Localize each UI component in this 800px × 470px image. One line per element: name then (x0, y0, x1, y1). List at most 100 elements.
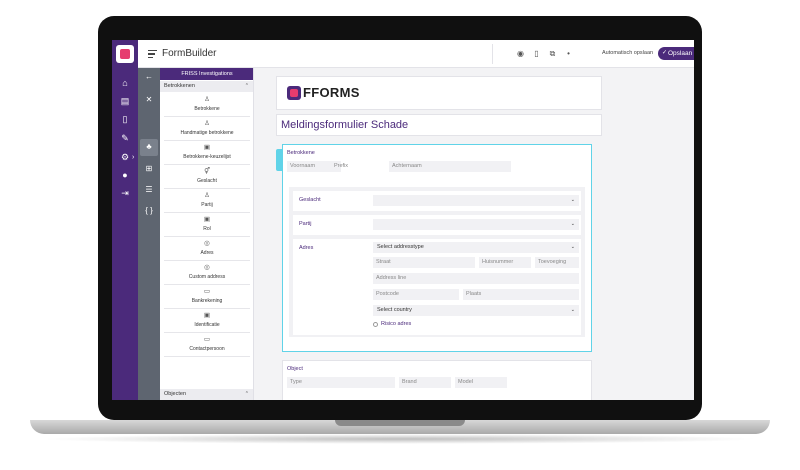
component-contactpersoon[interactable]: ▭ Contactpersoon (164, 335, 250, 357)
people-icon[interactable]: ♣ (144, 142, 154, 152)
logo-text: FFORMS (303, 85, 360, 100)
section-betrokkenen-label: Betrokkenen (164, 83, 195, 89)
component-betrokkene[interactable]: ♙ Betrokkene (164, 95, 250, 117)
laptop-notch (335, 420, 465, 426)
risico-adres-radio[interactable] (373, 322, 378, 327)
brand-field[interactable]: Brand (399, 377, 451, 388)
gear-icon[interactable]: ⚙ (120, 152, 130, 162)
mobile-icon[interactable]: ▯ (532, 49, 541, 58)
user-icon[interactable]: ● (120, 170, 130, 180)
export-icon[interactable]: ⧉ (548, 49, 557, 58)
type-field[interactable]: Type (287, 377, 395, 388)
partij-label: Partij (299, 221, 312, 227)
addresstype-select[interactable]: Select addresstype ⌄ (373, 242, 579, 253)
risico-adres-label: Risico adres (381, 321, 412, 327)
prefix-placeholder: Prefix (334, 163, 349, 169)
partij-select[interactable]: ⌄ (373, 219, 579, 230)
component-label: Custom address (188, 274, 226, 280)
country-select[interactable]: Select country ⌄ (373, 305, 579, 316)
component-label: Identificatie (194, 322, 220, 328)
location-pin-icon: ◎ (204, 240, 210, 247)
back-arrow-icon[interactable]: ← (144, 72, 154, 82)
logout-icon[interactable]: ⇥ (120, 188, 130, 198)
tools-icon[interactable]: ✕ (144, 95, 154, 105)
settings-dot-icon[interactable]: • (564, 49, 573, 58)
logo-block[interactable]: FFORMS (276, 76, 602, 110)
postcode-field[interactable]: Postcode (373, 289, 459, 300)
app-logo-icon[interactable] (116, 45, 134, 63)
chevron-down-icon: ⌄ (570, 244, 575, 250)
section-betrokkenen[interactable]: Betrokkenen ⌃ (160, 81, 253, 92)
object-component[interactable]: Object Type Brand Model ⊕ (282, 360, 592, 400)
chevron-down-icon: ⌄ (570, 221, 575, 227)
component-label: Bankrekening (191, 298, 223, 304)
country-value: Select country (377, 307, 412, 313)
component-rol[interactable]: ▣ Rol (164, 215, 250, 237)
laptop-shadow (40, 434, 760, 444)
geslacht-select[interactable]: ⌄ (373, 195, 579, 206)
person-edit-icon: ♙ (204, 120, 210, 127)
huisnummer-field[interactable]: Huisnummer (479, 257, 531, 268)
straat-field[interactable]: Straat (373, 257, 475, 268)
component-panel: FRISS Investigations Betrokkenen ⌃ ♙ Bet… (160, 68, 254, 400)
chevron-right-icon[interactable]: › (132, 154, 134, 161)
component-label: Handmatige betrokkene (180, 130, 234, 136)
address-line-field[interactable]: Address line (373, 273, 579, 284)
contact-card-icon: ▭ (203, 336, 211, 343)
location-pin-icon: ◎ (204, 264, 210, 271)
form-canvas: FFORMS Meldingsformulier Schade Betrokke… (254, 68, 694, 400)
component-betrokkene-keuzelijst[interactable]: ▣ Betrokkene-keuzelijst (164, 143, 250, 165)
component-bankrekening[interactable]: ▭ Bankrekening (164, 287, 250, 309)
header-divider (492, 44, 493, 64)
chevron-up-icon: ⌃ (244, 83, 249, 89)
model-field[interactable]: Model (455, 377, 507, 388)
component-label: Rol (203, 226, 211, 232)
achternaam-field[interactable]: Achternaam (389, 161, 511, 172)
plaats-field[interactable]: Plaats (463, 289, 579, 300)
component-label: Geslacht (197, 178, 217, 184)
save-button[interactable]: ✓ Opslaan (658, 47, 694, 60)
code-braces-icon[interactable]: { } (144, 206, 154, 216)
form-title-block[interactable]: Meldingsformulier Schade (276, 114, 602, 136)
object-label: Object (287, 366, 303, 372)
gender-icon: ⚥ (204, 168, 210, 175)
document-icon[interactable]: ▯ (120, 114, 130, 124)
eye-icon[interactable]: ◉ (516, 49, 525, 58)
fforms-logo-icon (287, 86, 301, 100)
drag-handle[interactable] (276, 149, 282, 171)
betrokkene-label: Betrokkene (287, 150, 315, 156)
geslacht-label: Geslacht (299, 197, 321, 203)
partij-row: Partij ⌄ (293, 215, 581, 235)
menu-icon[interactable] (148, 50, 157, 60)
app-title: FormBuilder (162, 48, 217, 59)
addresstype-value: Select addresstype (377, 244, 424, 250)
bank-card-icon: ▭ (203, 288, 211, 295)
form-paper: FFORMS Meldingsformulier Schade Betrokke… (276, 76, 602, 400)
component-geslacht[interactable]: ⚥ Geslacht (164, 167, 250, 189)
adres-label: Adres (299, 245, 314, 251)
form-title: Meldingsformulier Schade (281, 119, 409, 131)
prefix-field[interactable]: Prefix (331, 161, 397, 172)
adres-row: Adres Select addresstype ⌄ Straat Huisnu… (293, 239, 581, 335)
list-settings-icon[interactable]: ☰ (144, 185, 154, 195)
betrokkene-component[interactable]: Betrokkene Voornaam Prefix Achternaam Ge… (276, 144, 592, 352)
check-icon: ✓ (662, 50, 668, 56)
component-handmatige-betrokkene[interactable]: ♙ Handmatige betrokkene (164, 119, 250, 141)
toevoeging-field[interactable]: Toevoeging (535, 257, 579, 268)
home-icon[interactable]: ⌂ (120, 78, 130, 88)
component-identificatie[interactable]: ▣ Identificatie (164, 311, 250, 333)
component-adres[interactable]: ◎ Adres (164, 239, 250, 261)
autosave-toggle-label[interactable]: Automatisch opslaan (602, 50, 653, 56)
laptop-mockup: ⌂ ▤ ▯ ✎ ⚙ › ● ⇥ FormBuilder ◉ ▯ ⧉ • Auto… (0, 0, 800, 470)
list-icon: ▣ (203, 144, 211, 151)
chevron-up-icon: ⌃ (244, 391, 249, 397)
chevron-down-icon: ⌄ (570, 197, 575, 203)
add-box-icon[interactable]: ⊞ (144, 164, 154, 174)
app-screen: ⌂ ▤ ▯ ✎ ⚙ › ● ⇥ FormBuilder ◉ ▯ ⧉ • Auto… (112, 40, 694, 400)
component-label: Partij (201, 202, 213, 208)
pen-icon[interactable]: ✎ (120, 133, 130, 143)
component-partij[interactable]: ♙ Partij (164, 191, 250, 213)
section-objecten[interactable]: Objecten ⌃ (160, 389, 253, 400)
component-custom-address[interactable]: ◎ Custom address (164, 263, 250, 285)
clipboard-icon[interactable]: ▤ (120, 96, 130, 106)
